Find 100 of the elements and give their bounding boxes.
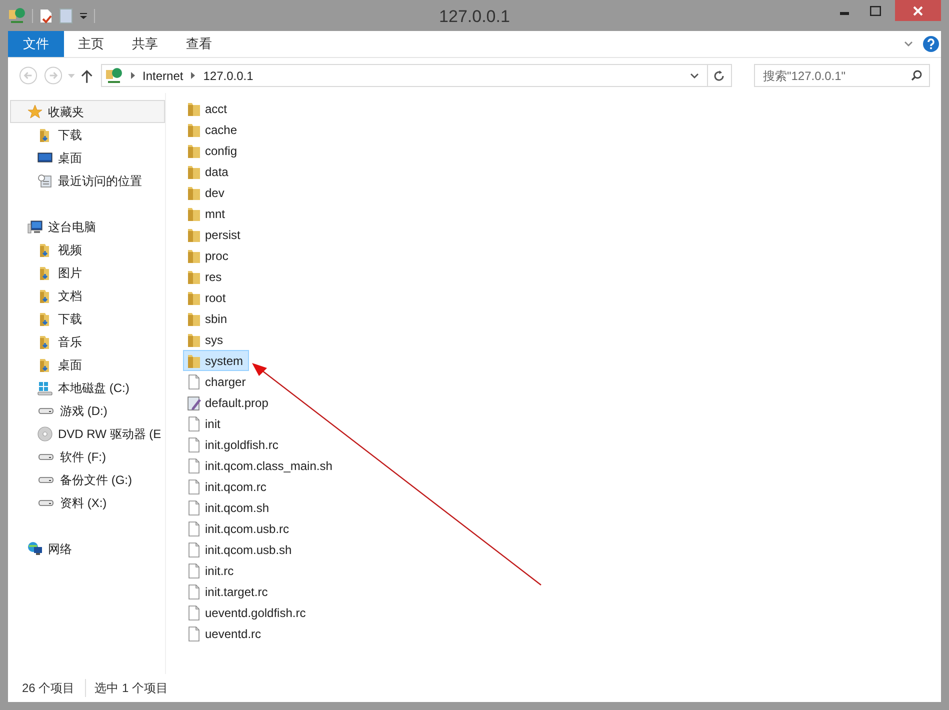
file-icon bbox=[186, 374, 202, 390]
monitor-icon bbox=[37, 150, 53, 166]
help-icon[interactable] bbox=[923, 36, 939, 52]
network-computer-icon[interactable] bbox=[8, 6, 26, 24]
network-icon bbox=[27, 540, 43, 556]
folder-icon bbox=[186, 206, 202, 222]
sidebar-item[interactable]: 下载 bbox=[10, 307, 165, 330]
breadcrumb-arrow-icon[interactable] bbox=[191, 72, 196, 79]
star-icon bbox=[27, 104, 43, 120]
folder-icon bbox=[186, 310, 202, 326]
drive-icon bbox=[38, 476, 54, 482]
file-item[interactable]: root bbox=[183, 287, 232, 308]
file-icon bbox=[186, 542, 202, 558]
ribbon-tab[interactable]: 共享 bbox=[118, 31, 172, 57]
file-icon bbox=[186, 458, 202, 474]
breadcrumb[interactable]: Internet bbox=[142, 66, 184, 84]
file-item[interactable]: init.qcom.usb.rc bbox=[183, 518, 296, 539]
file-item[interactable]: init.target.rc bbox=[183, 581, 274, 602]
sidebar-item[interactable]: 这台电脑 bbox=[10, 215, 165, 238]
sidebar-item[interactable]: 视频 bbox=[10, 238, 165, 261]
file-item[interactable]: init.qcom.rc bbox=[183, 476, 272, 497]
file-icon bbox=[186, 500, 202, 516]
file-item[interactable]: config bbox=[183, 140, 244, 161]
sidebar-item[interactable]: 文档 bbox=[10, 284, 165, 307]
sidebar-item[interactable]: 桌面 bbox=[10, 146, 165, 169]
file-icon bbox=[186, 626, 202, 642]
dropdown-icon[interactable] bbox=[79, 12, 88, 20]
file-item[interactable]: init.qcom.class_main.sh bbox=[183, 455, 338, 476]
folder-icon bbox=[186, 332, 202, 348]
file-item[interactable]: default.prop bbox=[183, 392, 274, 413]
file-icon bbox=[186, 562, 202, 578]
computer-icon bbox=[27, 218, 43, 234]
file-item[interactable]: proc bbox=[183, 245, 234, 266]
folder-icon bbox=[186, 184, 202, 200]
folder-icon bbox=[186, 164, 202, 180]
file-icon bbox=[186, 478, 202, 494]
disc-icon bbox=[37, 426, 53, 442]
sidebar-item[interactable]: 收藏夹 bbox=[10, 100, 165, 123]
file-item[interactable]: init.goldfish.rc bbox=[183, 434, 284, 455]
up-arrow-icon[interactable] bbox=[80, 68, 93, 82]
file-item[interactable]: mnt bbox=[183, 203, 232, 224]
folder-icon bbox=[186, 248, 202, 264]
file-item[interactable]: system bbox=[183, 350, 250, 371]
file-item[interactable]: data bbox=[183, 161, 234, 182]
search-icon bbox=[910, 70, 922, 81]
sidebar-item[interactable]: 网络 bbox=[10, 537, 165, 560]
file-icon bbox=[186, 604, 202, 620]
file-item[interactable]: init bbox=[183, 413, 226, 434]
file-item[interactable]: ueventd.rc bbox=[183, 623, 268, 644]
close-icon bbox=[913, 6, 923, 16]
file-icon bbox=[186, 520, 202, 536]
search-field[interactable]: 搜索"127.0.0.1" bbox=[754, 64, 930, 87]
ribbon-tab[interactable]: 查看 bbox=[172, 31, 226, 57]
sidebar-item[interactable]: 图片 bbox=[10, 261, 165, 284]
file-item[interactable]: dev bbox=[183, 182, 230, 203]
file-icon bbox=[186, 436, 202, 452]
close-button[interactable] bbox=[895, 0, 941, 21]
file-item[interactable]: init.qcom.sh bbox=[183, 497, 276, 518]
file-item[interactable]: ueventd.goldfish.rc bbox=[183, 602, 312, 623]
file-item[interactable]: sbin bbox=[183, 308, 234, 329]
ribbon-tab[interactable]: 文件 bbox=[8, 31, 64, 57]
sidebar-item[interactable]: 本地磁盘 (C:) bbox=[10, 376, 165, 399]
file-item[interactable]: acct bbox=[183, 98, 234, 119]
file-icon bbox=[186, 584, 202, 600]
selection-count: 选中 1 个项目 bbox=[94, 680, 168, 697]
sidebar-item[interactable]: 备份文件 (G:) bbox=[10, 468, 165, 491]
sidebar-item[interactable]: DVD RW 驱动器 (E bbox=[10, 422, 165, 445]
file-item[interactable]: sys bbox=[183, 329, 229, 350]
file-item[interactable]: init.qcom.usb.sh bbox=[183, 539, 298, 560]
chevron-down-icon[interactable] bbox=[690, 72, 699, 78]
drive-icon bbox=[38, 408, 54, 414]
file-item[interactable]: res bbox=[183, 266, 228, 287]
refresh-button[interactable] bbox=[706, 64, 732, 87]
breadcrumb-arrow-icon[interactable] bbox=[130, 72, 135, 79]
folder-icon bbox=[186, 226, 202, 242]
refresh-icon bbox=[713, 70, 726, 82]
sidebar-item[interactable]: 游戏 (D:) bbox=[10, 399, 165, 422]
properties-icon[interactable] bbox=[39, 8, 53, 24]
ribbon-tab[interactable]: 主页 bbox=[64, 31, 118, 57]
folder-icon bbox=[186, 142, 202, 158]
address-bar[interactable]: Internet 127.0.0.1 bbox=[100, 64, 708, 87]
file-item[interactable]: cache bbox=[183, 119, 244, 140]
drive-icon bbox=[38, 500, 54, 506]
sidebar-item[interactable]: 最近访问的位置 bbox=[10, 169, 165, 192]
drive-icon bbox=[38, 454, 54, 460]
network-computer-icon bbox=[104, 66, 123, 84]
file-item[interactable]: persist bbox=[183, 224, 246, 245]
sidebar-item[interactable]: 下载 bbox=[10, 123, 165, 146]
file-item[interactable]: init.rc bbox=[183, 560, 240, 581]
chevron-down-icon[interactable] bbox=[904, 41, 913, 47]
sidebar-item[interactable]: 软件 (F:) bbox=[10, 445, 165, 468]
maximize-icon[interactable] bbox=[870, 6, 881, 16]
sidebar-item[interactable]: 资料 (X:) bbox=[10, 491, 165, 514]
folder-icon bbox=[186, 290, 202, 306]
folder-icon bbox=[186, 100, 202, 116]
file-icon bbox=[186, 416, 202, 432]
sidebar-item[interactable]: 桌面 bbox=[10, 353, 165, 376]
breadcrumb[interactable]: 127.0.0.1 bbox=[203, 66, 254, 84]
file-item[interactable]: charger bbox=[183, 371, 252, 392]
sidebar-item[interactable]: 音乐 bbox=[10, 330, 165, 353]
